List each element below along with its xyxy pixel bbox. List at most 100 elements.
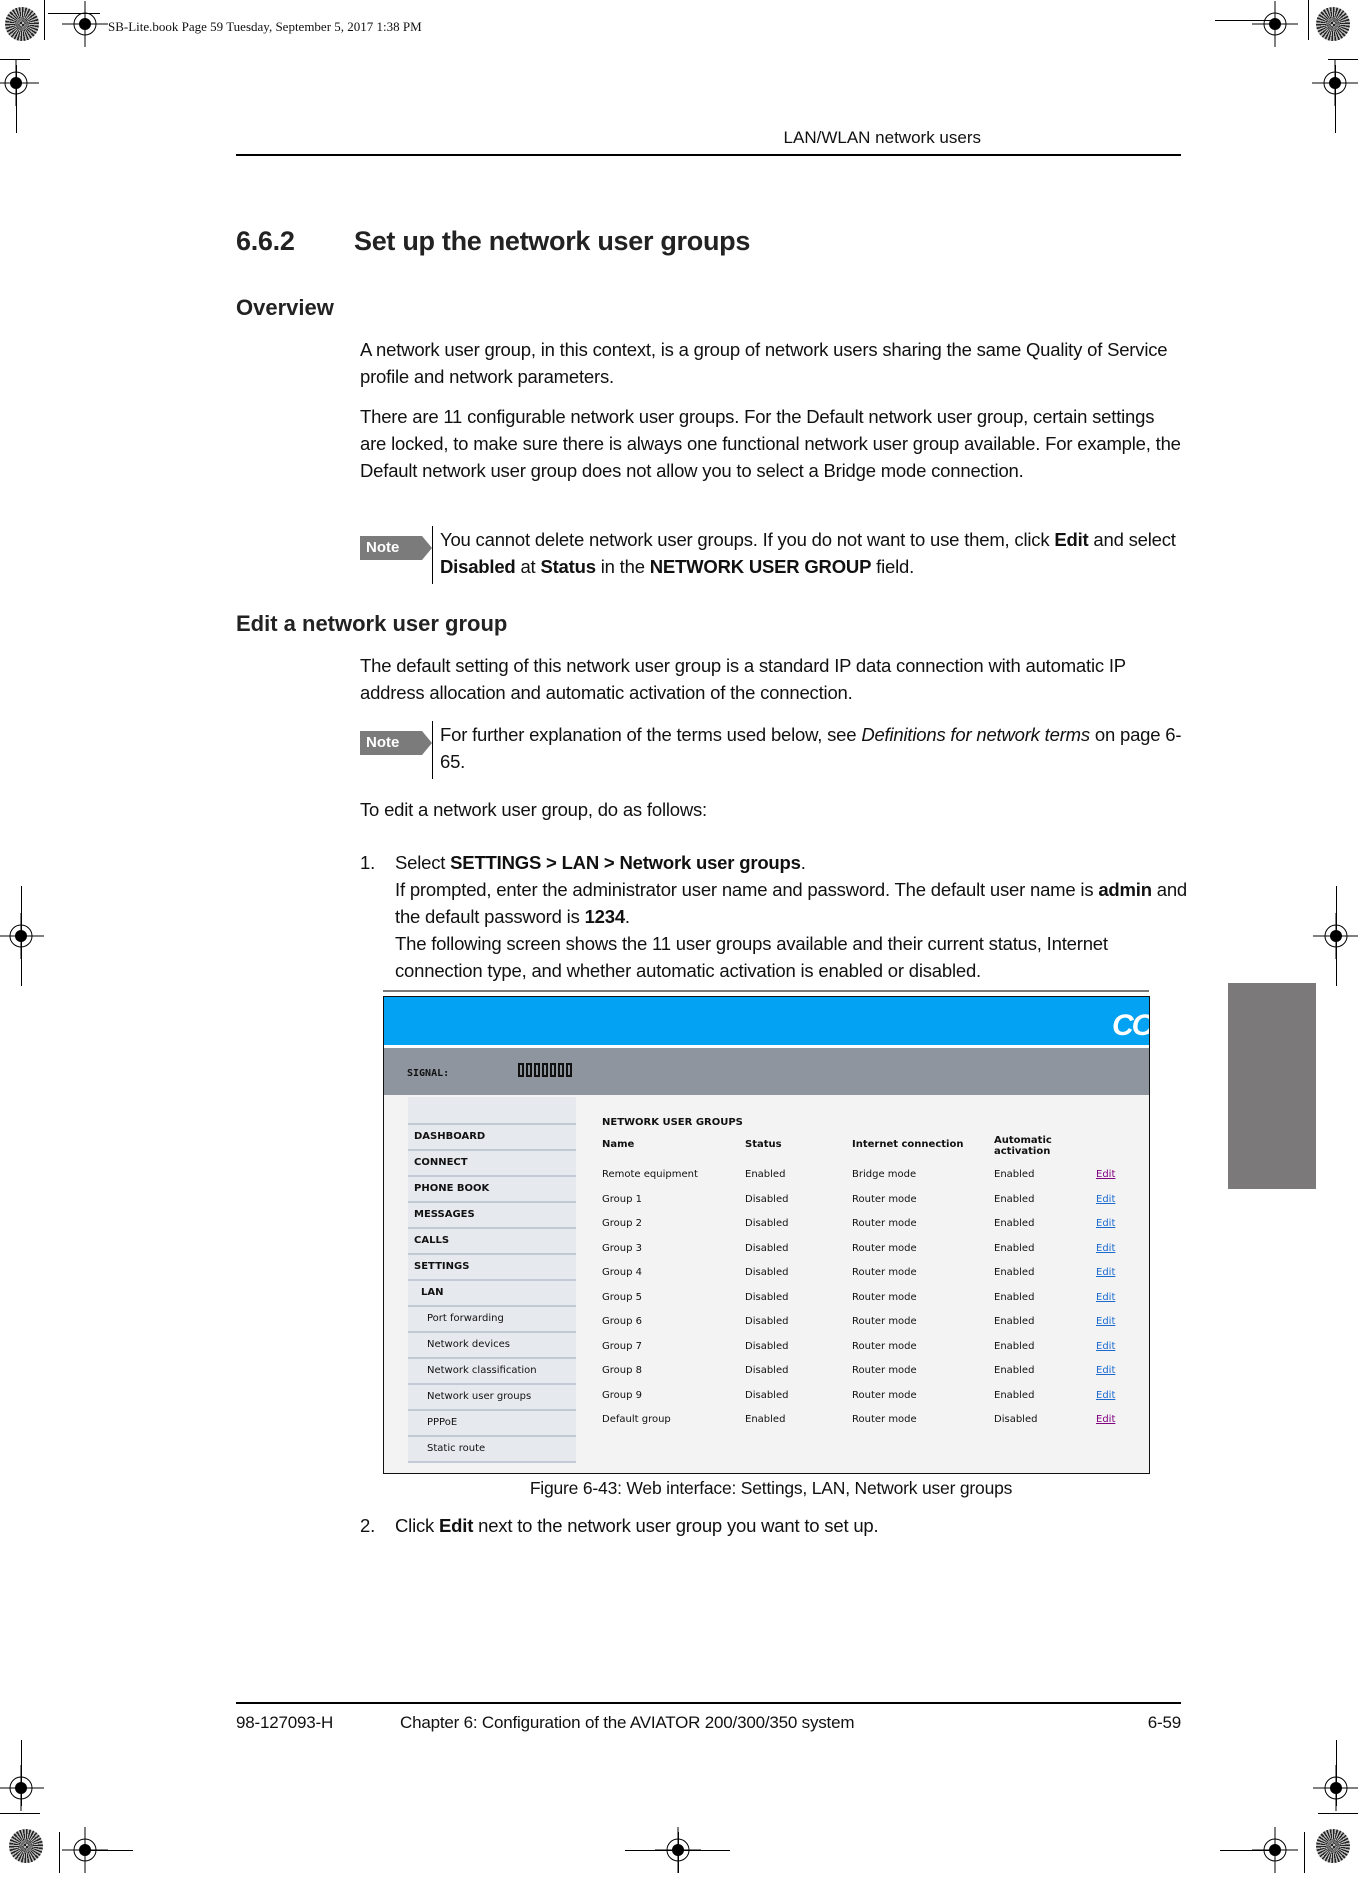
network-user-groups-table: Name Status Internet connection Automati… [602,1135,1142,1439]
nav-item-network-classification[interactable]: Network classification [408,1359,576,1385]
table-row: Group 6 Disabled Router mode Enabled Edit [602,1316,1142,1341]
column-header-internet-connection: Internet connection [852,1139,964,1150]
section-number: 6.6.2 [236,226,295,256]
nav-item-network-user-groups[interactable]: Network user groups [408,1385,576,1411]
crop-line [44,0,45,40]
signal-segment [542,1063,548,1077]
nav-item-connect[interactable]: CONNECT [408,1151,576,1177]
note-divider [432,526,433,584]
edit-link[interactable]: Edit [1096,1194,1115,1205]
nav-item-network-devices[interactable]: Network devices [408,1333,576,1359]
step-number: 1. [360,852,376,873]
edit-intro: To edit a network user group, do as foll… [360,796,1182,823]
step-1: 1. Select SETTINGS > LAN > Network user … [360,849,1187,989]
edit-link[interactable]: Edit [1096,1390,1115,1401]
cell-name: Group 9 [602,1389,642,1401]
web-interface-screenshot: CO SIGNAL: DASHBOARD CONNECT PHONE BOOK MES… [383,996,1150,1474]
edit-link[interactable]: Edit [1096,1341,1115,1352]
table-row: Group 9 Disabled Router mode Enabled Edit [602,1390,1142,1415]
note-badge: Note [360,731,432,755]
cell-internet-connection: Router mode [852,1414,917,1425]
footer-page-number: 6-59 [1147,1713,1181,1732]
nav-item-settings[interactable]: SETTINGS [408,1255,576,1281]
crop-line [1220,1850,1275,1851]
cell-status: Disabled [745,1389,789,1401]
crop-line [678,1832,679,1873]
step-content: Select SETTINGS > LAN > Network user gro… [395,852,1188,981]
crop-line [59,1832,60,1873]
cell-name: Group 2 [602,1218,642,1229]
nav-item-messages[interactable]: MESSAGES [408,1203,576,1229]
crop-line [16,65,17,133]
default-username: admin [1098,879,1152,900]
web-banner: CO [384,997,1149,1048]
web-content: NETWORK USER GROUPS Name Status Internet… [602,1117,1142,1439]
table-row: Group 7 Disabled Router mode Enabled Edit [602,1341,1142,1366]
cell-internet-connection: Router mode [852,1291,917,1303]
cell-automatic-activation: Enabled [994,1340,1035,1352]
nav-item-lan[interactable]: LAN [408,1281,576,1307]
overview-heading: Overview [236,295,334,320]
nav-item-port-forwarding[interactable]: Port forwarding [408,1307,576,1333]
crop-line [85,1850,133,1851]
edit-link[interactable]: Edit [1096,1218,1115,1229]
step-content: Click Edit next to the network user grou… [395,1515,879,1536]
nav-item-dashboard[interactable]: DASHBOARD [408,1125,576,1151]
edit-link[interactable]: Edit [1096,1365,1115,1376]
table-header-row: Name Status Internet connection Automati… [602,1135,1142,1169]
crop-line [0,1813,40,1814]
edit-link[interactable]: Edit [1096,1292,1115,1303]
cell-name: Default group [602,1414,671,1425]
cell-status: Disabled [745,1365,789,1376]
table-row: Group 1 Disabled Router mode Enabled Edit [602,1194,1142,1219]
step-number: 2. [360,1515,376,1536]
crosshair-top-right [1252,1,1298,47]
table-row: Default group Enabled Router mode Disabled E… [602,1414,1142,1439]
crop-line [1335,65,1336,133]
cell-internet-connection: Router mode [852,1193,917,1205]
cell-status: Disabled [745,1291,789,1303]
edit-link[interactable]: Edit [1096,1169,1115,1180]
cell-name: Group 8 [602,1365,642,1376]
registration-starburst-bottom-left [9,1829,43,1863]
nav-item-static-route[interactable]: Static route [408,1437,576,1463]
footer-chapter: Chapter 6: Configuration of the AVIATOR … [400,1713,855,1732]
overview-paragraph-2: There are 11 configurable network user g… [360,403,1182,484]
cell-name: Group 3 [602,1242,642,1254]
note-divider [432,721,433,779]
cell-automatic-activation: Disabled [994,1414,1038,1425]
edit-link[interactable]: Edit [1096,1414,1115,1425]
edit-link[interactable]: Edit [1096,1267,1115,1278]
cell-status: Enabled [745,1414,786,1425]
brand-logo: CO [1112,1009,1150,1042]
cell-name: Group 1 [602,1193,642,1205]
running-head: LAN/WLAN network users [783,128,981,147]
nav-item-calls[interactable]: CALLS [408,1229,576,1255]
crop-line [1318,1813,1358,1814]
cell-status: Enabled [745,1169,786,1180]
cell-name: Group 7 [602,1340,642,1352]
signal-segment [550,1063,556,1077]
crop-line [1308,0,1309,40]
cell-internet-connection: Router mode [852,1340,917,1352]
figure-caption: Figure 6-43: Web interface: Settings, LA… [529,1478,1013,1498]
header-rule [236,154,1181,156]
cell-automatic-activation: Enabled [994,1291,1035,1303]
default-password: 1234 [584,906,626,927]
registration-starburst-bottom-right [1316,1829,1350,1863]
signal-bar: SIGNAL: [384,1048,1149,1095]
cell-internet-connection: Router mode [852,1389,917,1401]
cell-status: Disabled [745,1193,789,1205]
signal-segment [566,1063,572,1077]
signal-segment [534,1063,540,1077]
edit-link[interactable]: Edit [1096,1316,1115,1327]
nav-item-phone-book[interactable]: PHONE BOOK [408,1177,576,1203]
cross-reference-link[interactable]: Definitions for network terms [861,724,1090,745]
cell-internet-connection: Bridge mode [852,1169,917,1180]
column-header-name: Name [602,1139,635,1150]
cell-automatic-activation: Enabled [994,1365,1035,1376]
signal-segment [526,1063,532,1077]
nav-item-pppoe[interactable]: PPPoE [408,1411,576,1437]
cell-automatic-activation: Enabled [994,1267,1035,1278]
edit-link[interactable]: Edit [1096,1243,1115,1254]
